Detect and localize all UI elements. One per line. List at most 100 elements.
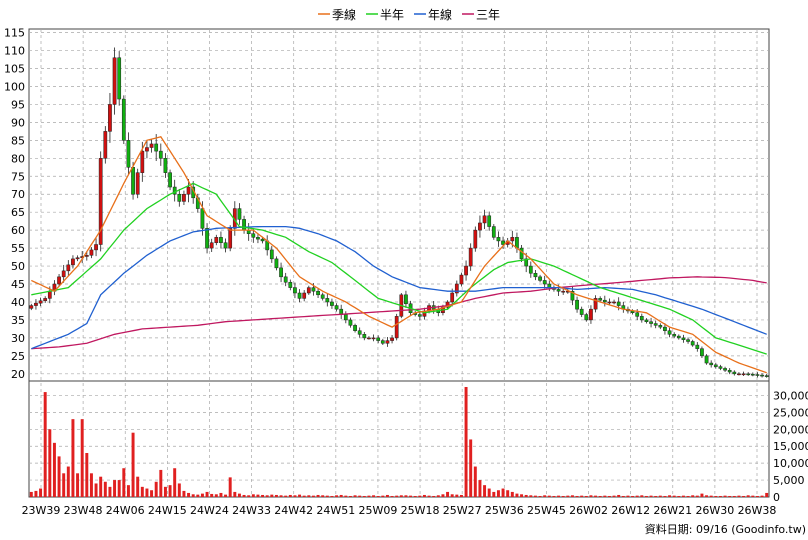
volume-bar xyxy=(131,432,135,497)
volume-bar xyxy=(681,495,685,497)
candle-body xyxy=(663,326,667,331)
candle-body xyxy=(533,272,538,278)
candle-body xyxy=(367,337,371,340)
candle-body xyxy=(602,299,607,303)
volume-bar xyxy=(293,495,297,497)
volume-tick-label: 30,000 xyxy=(773,389,808,402)
volume-bar xyxy=(598,495,602,497)
volume-bar xyxy=(168,485,172,497)
x-tick-label: 23W39 xyxy=(22,504,61,517)
volume-bar xyxy=(732,495,736,497)
candle-body xyxy=(47,290,52,299)
candle-body xyxy=(723,368,727,371)
volume-bar xyxy=(538,495,542,497)
price-tick-label: 35 xyxy=(11,314,25,327)
volume-bar xyxy=(274,494,278,497)
price-tick-label: 100 xyxy=(4,80,25,93)
volume-bar xyxy=(515,493,519,497)
x-tick-label: 26W21 xyxy=(653,504,692,517)
price-tick-label: 45 xyxy=(11,278,25,291)
price-tick-label: 75 xyxy=(11,170,25,183)
volume-bar xyxy=(404,495,408,497)
candle-body xyxy=(653,323,658,326)
candle-body xyxy=(117,57,122,100)
volume-bar xyxy=(80,419,84,497)
volume-bar xyxy=(723,495,727,497)
candle-body xyxy=(38,300,43,304)
candle-body xyxy=(61,270,66,278)
candle-body xyxy=(575,299,579,310)
price-tick-label: 55 xyxy=(11,242,25,255)
volume-bar xyxy=(265,495,269,497)
volume-bar xyxy=(728,495,732,497)
volume-bar xyxy=(251,494,255,497)
candle-body xyxy=(764,375,769,377)
volume-bar xyxy=(668,495,672,497)
candle-body xyxy=(121,98,126,141)
candle-body xyxy=(256,237,260,240)
candle-body xyxy=(103,131,108,159)
data-date-footer: 資料日期: 09/16 (Goodinfo.tw) xyxy=(645,522,806,536)
x-axis: 23W39 23W48 24W06 24W15 24W24 24W33 24W42 24W51… xyxy=(22,504,777,517)
x-tick-label: 23W48 xyxy=(64,504,103,517)
candle-body xyxy=(709,362,714,366)
candle-body xyxy=(519,247,524,260)
volume-bar xyxy=(321,495,325,497)
volume-bar xyxy=(714,495,718,497)
volume-bar xyxy=(594,495,598,497)
volume-bar xyxy=(418,495,422,497)
volume-bar xyxy=(29,491,33,497)
x-tick-label: 24W24 xyxy=(190,504,229,517)
volume-bar xyxy=(302,495,306,497)
volume-bar xyxy=(325,495,329,497)
volume-bar xyxy=(205,491,209,497)
candle-body xyxy=(732,371,737,375)
candle-body xyxy=(283,276,288,283)
volume-bar xyxy=(543,495,547,497)
volume-bar xyxy=(742,495,746,497)
candle-body xyxy=(362,334,367,339)
volume-bar xyxy=(631,495,635,497)
volume-bar xyxy=(43,392,47,497)
volume-bar xyxy=(191,494,195,497)
candle-body xyxy=(223,242,228,249)
volume-bar xyxy=(233,491,237,497)
price-tick-label: 25 xyxy=(11,350,25,363)
volume-bar xyxy=(478,480,482,497)
candle-body xyxy=(293,287,297,294)
volume-bar xyxy=(381,495,385,497)
volume-bar xyxy=(524,494,528,497)
price-axis: 20 25 30 35 40 45 50 55 60 65 70 75 80 85 90 95 100 105 11… xyxy=(4,27,25,381)
candle-body xyxy=(459,274,464,285)
candle-body xyxy=(182,193,186,202)
volume-bar xyxy=(39,488,43,497)
volume-bar xyxy=(529,495,533,497)
volume-bar xyxy=(552,495,556,497)
volume-bar xyxy=(385,494,389,497)
volume-bar xyxy=(154,481,158,497)
x-tick-label: 24W33 xyxy=(232,504,271,517)
volume-tick-label: 0 xyxy=(773,491,780,504)
volume-bar xyxy=(210,493,214,497)
volume-bar xyxy=(136,476,140,497)
volume-bar xyxy=(561,495,565,497)
candle-body xyxy=(237,208,242,220)
volume-bar xyxy=(52,442,56,497)
volume-bar xyxy=(372,495,376,497)
volume-bar xyxy=(330,495,334,497)
volume-bar xyxy=(612,495,616,497)
candle-body xyxy=(348,319,353,326)
volume-bar xyxy=(288,494,292,497)
price-tick-label: 65 xyxy=(11,206,25,219)
candle-body xyxy=(755,374,760,376)
price-tick-label: 70 xyxy=(11,188,25,201)
volume-bar xyxy=(686,495,690,497)
candle-body xyxy=(66,264,71,272)
candle-body xyxy=(616,301,621,306)
volume-bar xyxy=(746,495,750,497)
volume-tick-label: 10,000 xyxy=(773,457,808,470)
volume-bar xyxy=(395,495,399,497)
volume-bar xyxy=(589,495,593,497)
volume-bar xyxy=(76,473,80,497)
candle-body xyxy=(718,366,723,369)
